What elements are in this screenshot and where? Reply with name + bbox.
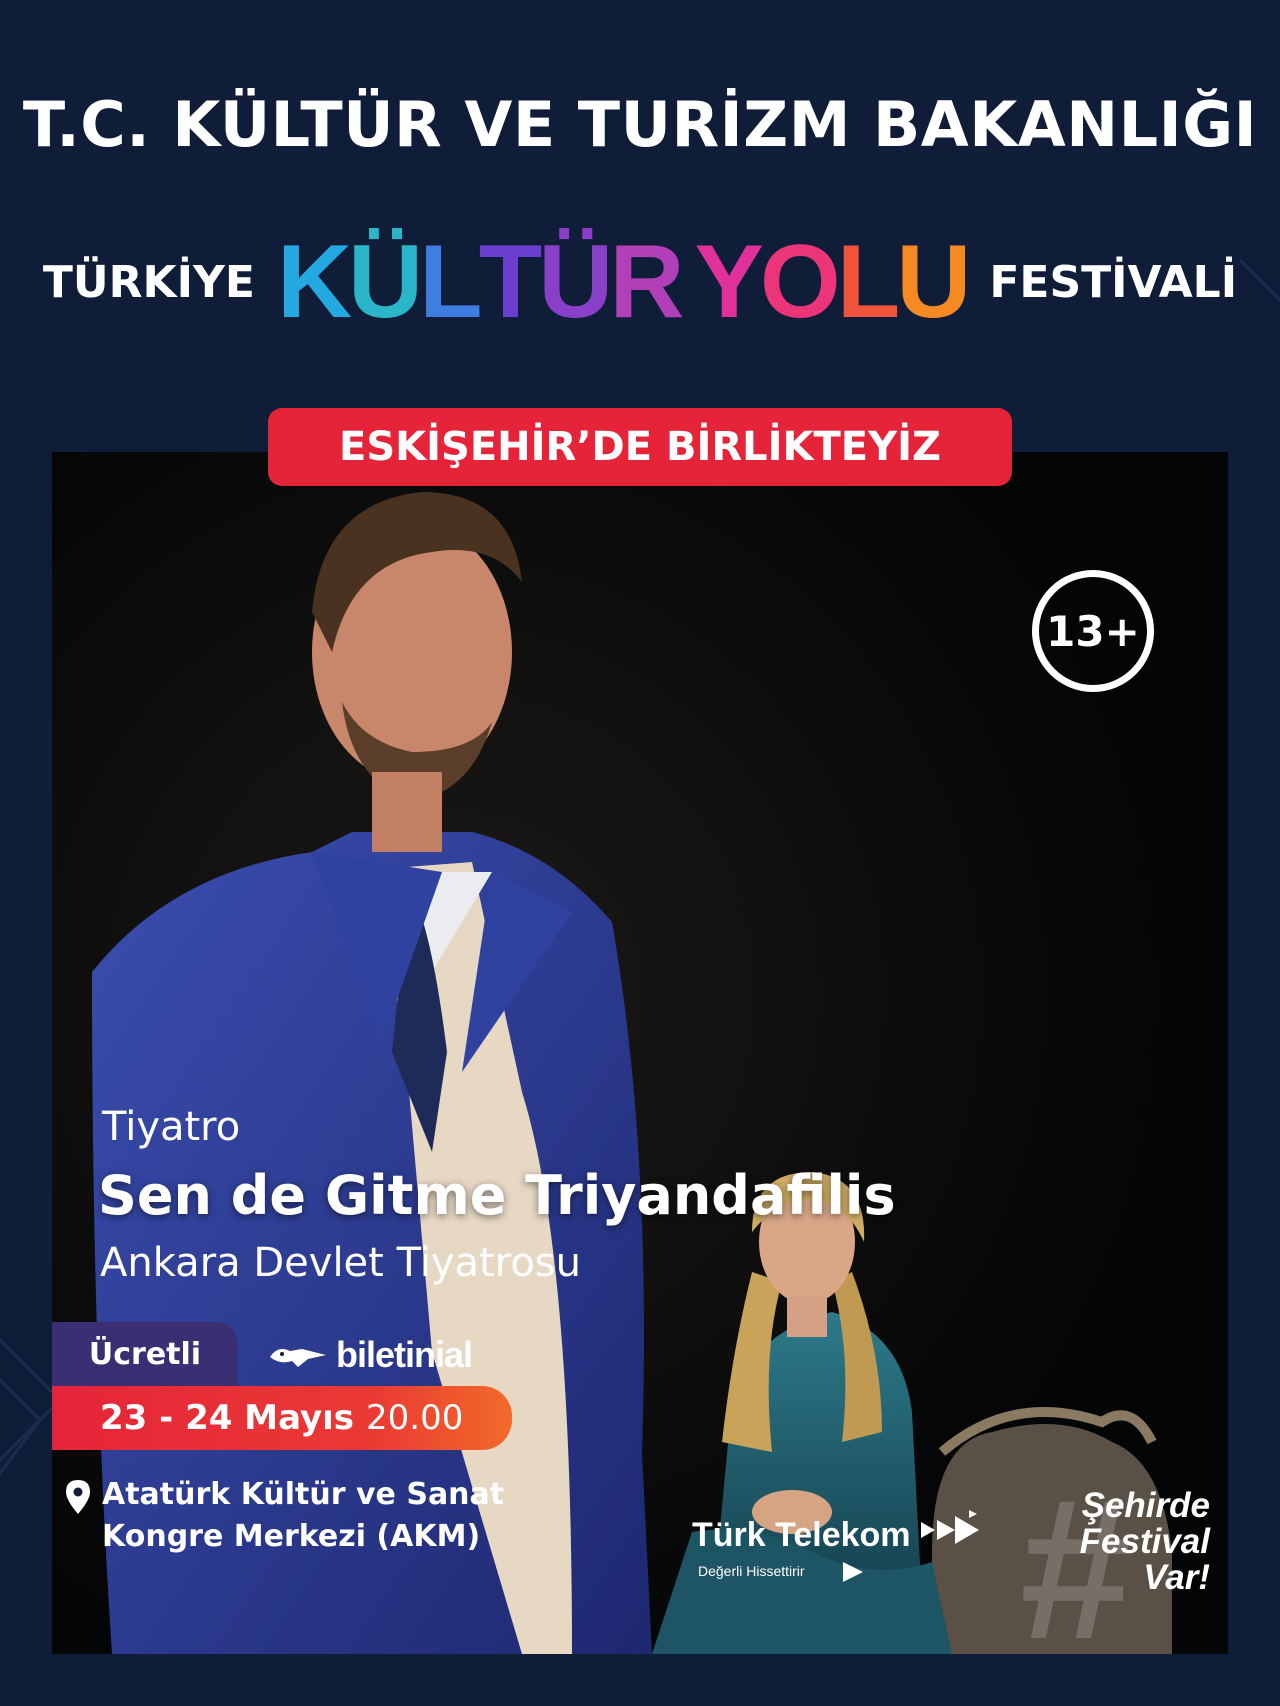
bird-logo-icon <box>270 1349 326 1367</box>
logo-letter: O <box>759 224 841 340</box>
age-rating-badge: 13+ <box>1032 570 1154 692</box>
venue-line-2: Kongre Merkezi (AKM) <box>102 1519 481 1554</box>
event-time: 20.00 <box>366 1398 464 1438</box>
sponsor-name: Türk Telekom <box>692 1515 911 1554</box>
play-icon <box>842 1562 863 1582</box>
logo-letter: L <box>419 224 483 340</box>
ticket-vendor-name: biletinial <box>336 1334 473 1375</box>
event-title: Sen de Gitme Triyandafilis <box>98 1164 896 1227</box>
location-pin-icon <box>66 1480 90 1514</box>
logo-letter: T <box>478 224 543 340</box>
city-badge: ESKİŞEHİR’DE BİRLİKTEYİZ <box>268 408 1012 486</box>
festival-suffix: FESTİVALİ <box>989 256 1238 308</box>
slogan-line-3: Var! <box>1143 1558 1210 1597</box>
logo-letter: Ü <box>538 224 613 340</box>
ministry-title: T.C. KÜLTÜR VE TURİZM BAKANLIĞI <box>22 88 1258 161</box>
festival-slogan: Şehirde Festival Var! <box>1010 1488 1210 1596</box>
play-arrows-icon <box>920 1510 979 1544</box>
date-bar: 23 - 24 Mayıs 20.00 <box>52 1386 512 1450</box>
festival-prefix: TÜRKİYE <box>42 256 255 308</box>
venue-line-1: Atatürk Kültür ve Sanat <box>102 1477 505 1512</box>
logo-letter: L <box>836 224 901 340</box>
kultur-yolu-logo: KÜLTÜR YOLU <box>276 224 971 340</box>
slogan-line-2: Festival <box>1079 1522 1210 1561</box>
sponsor-logo: Türk Telekom Değerli Hissettirir <box>692 1510 981 1584</box>
sponsor-slogan: Değerli Hissettirir <box>698 1563 805 1579</box>
logo-letter: Ü <box>348 224 423 340</box>
logo-letter: Y <box>694 224 763 340</box>
event-company: Ankara Devlet Tiyatrosu <box>100 1240 581 1286</box>
venue: Atatürk Kültür ve Sanat Kongre Merkezi (… <box>66 1474 504 1558</box>
logo-letter: U <box>896 224 971 340</box>
event-dates: 23 - 24 Mayıs <box>100 1398 355 1438</box>
price-tag: Ücretli <box>52 1322 238 1386</box>
logo-letter: K <box>276 224 352 340</box>
event-genre: Tiyatro <box>102 1104 241 1150</box>
ticket-vendor[interactable]: biletinial <box>268 1330 473 1380</box>
festival-logo-row: TÜRKİYE KÜLTÜR YOLU FESTİVALİ <box>0 222 1280 342</box>
logo-letter: R <box>609 224 684 340</box>
slogan-line-1: Şehirde <box>1081 1486 1210 1525</box>
